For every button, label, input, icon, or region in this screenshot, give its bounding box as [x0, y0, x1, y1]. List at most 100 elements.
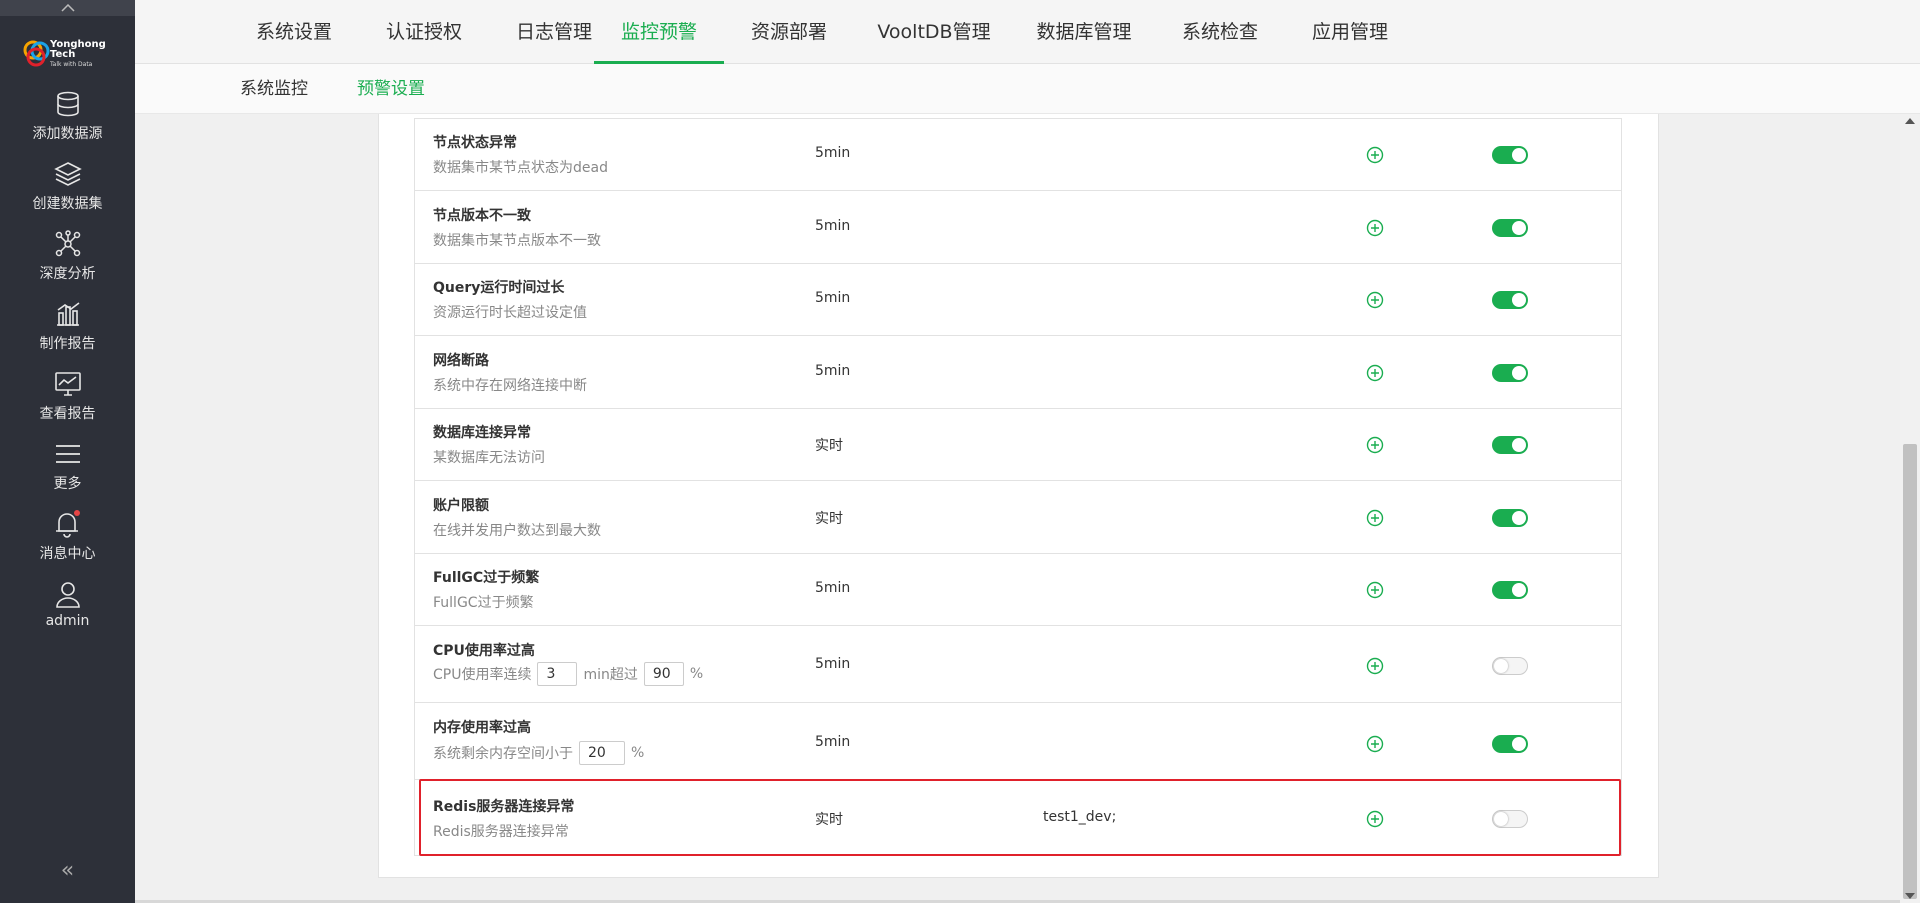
- add-circle-icon[interactable]: [1366, 436, 1384, 454]
- alert-enable-toggle[interactable]: [1492, 364, 1528, 382]
- tab-auth[interactable]: 认证授权: [359, 0, 489, 64]
- add-circle-icon[interactable]: [1366, 509, 1384, 527]
- alert-enable-toggle[interactable]: [1492, 810, 1528, 828]
- table-row: 数据库连接异常 某数据库无法访问 实时: [415, 409, 1621, 481]
- alert-title: 网络断路: [433, 353, 489, 369]
- table-row: 账户限额 在线并发用户数达到最大数 实时: [415, 481, 1621, 554]
- alert-frequency: 5min: [815, 734, 851, 750]
- tab-vooltdb-management[interactable]: VooltDB管理: [854, 0, 1014, 64]
- table-row: 节点版本不一致 数据集市某节点版本不一致 5min: [415, 191, 1621, 264]
- alert-title: 节点版本不一致: [433, 208, 531, 224]
- tab-system-check[interactable]: 系统检查: [1154, 0, 1286, 64]
- alert-title: Query运行时间过长: [433, 280, 565, 296]
- table-row: 内存使用率过高 系统剩余内存空间小于 20 % 5min: [415, 703, 1621, 780]
- alert-description: Redis服务器连接异常: [433, 824, 569, 840]
- sidebar-item-create-dataset[interactable]: 创建数据集: [0, 158, 135, 218]
- sidebar-item-more[interactable]: 更多: [0, 438, 135, 498]
- database-icon: [52, 88, 84, 120]
- alert-title: 数据库连接异常: [433, 425, 531, 441]
- add-circle-icon[interactable]: [1366, 291, 1384, 309]
- sidebar-item-deep-analysis[interactable]: 深度分析: [0, 228, 135, 288]
- sub-navigation: 系统监控 预警设置: [135, 64, 1920, 114]
- sidebar-item-label: 制作报告: [39, 336, 96, 352]
- top-navigation: 系统设置 认证授权 日志管理 监控预警 资源部署 VooltDB管理 数据库管理…: [135, 0, 1920, 64]
- alert-frequency: 5min: [815, 218, 851, 234]
- add-circle-icon[interactable]: [1366, 657, 1384, 675]
- alert-enable-toggle[interactable]: [1492, 219, 1528, 237]
- logo-brand: Yonghong Tech: [50, 39, 106, 60]
- cpu-threshold-input[interactable]: 90: [643, 662, 684, 686]
- alert-title: Redis服务器连接异常: [433, 799, 575, 815]
- sidebar-item-label: admin: [45, 613, 90, 629]
- tab-monitoring-alerts[interactable]: 监控预警: [594, 0, 724, 64]
- sidebar-item-view-report[interactable]: 查看报告: [0, 368, 135, 428]
- desc-text: CPU使用率连续: [433, 667, 532, 683]
- alert-title: 内存使用率过高: [433, 720, 531, 736]
- vertical-scrollbar[interactable]: [1900, 114, 1920, 903]
- add-circle-icon[interactable]: [1366, 219, 1384, 237]
- alert-description: CPU使用率连续 3 min超过 90 %: [433, 662, 703, 686]
- sidebar-item-add-datasource[interactable]: 添加数据源: [0, 88, 135, 148]
- alert-enable-toggle[interactable]: [1492, 735, 1528, 753]
- sidebar-scroll-up-button[interactable]: [0, 0, 135, 16]
- add-circle-icon[interactable]: [1366, 581, 1384, 599]
- bell-icon: [52, 508, 84, 540]
- cpu-duration-input[interactable]: 3: [537, 662, 578, 686]
- alert-enable-toggle[interactable]: [1492, 291, 1528, 309]
- tab-app-management[interactable]: 应用管理: [1286, 0, 1414, 64]
- add-circle-icon[interactable]: [1366, 364, 1384, 382]
- alert-enable-toggle[interactable]: [1492, 581, 1528, 599]
- desc-text: %: [631, 745, 645, 761]
- scrollbar-thumb[interactable]: [1903, 444, 1917, 899]
- sidebar: Yonghong Tech Talk with Data 添加数据源 创建数据集…: [0, 0, 135, 903]
- tab-database-management[interactable]: 数据库管理: [1014, 0, 1154, 64]
- alert-enable-toggle[interactable]: [1492, 436, 1528, 454]
- logo[interactable]: Yonghong Tech Talk with Data: [20, 30, 120, 78]
- logo-icon: [20, 37, 54, 71]
- table-row: Redis服务器连接异常 Redis服务器连接异常 实时 test1_dev;: [415, 780, 1621, 856]
- desc-text: %: [689, 666, 704, 682]
- layers-icon: [52, 158, 84, 190]
- alert-enable-toggle[interactable]: [1492, 146, 1528, 164]
- memory-threshold-input[interactable]: 20: [579, 741, 625, 765]
- sidebar-item-label: 查看报告: [39, 406, 96, 422]
- chevron-up-icon: [60, 4, 75, 12]
- add-circle-icon[interactable]: [1366, 146, 1384, 164]
- scroll-down-arrow-icon[interactable]: [1905, 893, 1915, 899]
- menu-icon: [52, 438, 84, 470]
- desc-text: min超过: [583, 667, 638, 683]
- sidebar-item-label: 添加数据源: [32, 126, 103, 142]
- sidebar-item-user[interactable]: admin: [0, 578, 135, 638]
- sidebar-item-messages[interactable]: 消息中心: [0, 508, 135, 568]
- bar-chart-icon: [52, 298, 84, 330]
- main-content: 节点状态异常 数据集市某节点状态为dead 5min 节点版本不一致 数据集市某…: [135, 114, 1900, 903]
- alert-enable-toggle[interactable]: [1492, 657, 1528, 675]
- alert-description: 数据集市某节点状态为dead: [433, 160, 608, 176]
- alert-frequency: 5min: [815, 580, 851, 596]
- alert-description: 某数据库无法访问: [433, 450, 545, 466]
- alert-title: 节点状态异常: [433, 135, 517, 151]
- alert-title: FullGC过于频繁: [433, 570, 540, 586]
- alert-description: 资源运行时长超过设定值: [433, 305, 587, 321]
- add-circle-icon[interactable]: [1366, 810, 1384, 828]
- sidebar-item-label: 更多: [53, 476, 82, 492]
- subtab-system-monitor[interactable]: 系统监控: [240, 64, 308, 114]
- logo-tagline: Talk with Data: [50, 61, 93, 68]
- tab-system-settings[interactable]: 系统设置: [229, 0, 359, 64]
- alert-description: 数据集市某节点版本不一致: [433, 233, 601, 249]
- alert-frequency: 5min: [815, 290, 851, 306]
- scroll-up-arrow-icon[interactable]: [1905, 118, 1915, 124]
- alert-frequency: 5min: [815, 363, 851, 379]
- sidebar-collapse-button[interactable]: «: [0, 855, 135, 885]
- table-row: CPU使用率过高 CPU使用率连续 3 min超过 90 % 5min: [415, 626, 1621, 703]
- table-row: 网络断路 系统中存在网络连接中断 5min: [415, 336, 1621, 409]
- subtab-alert-settings[interactable]: 预警设置: [357, 64, 425, 114]
- alert-description: 在线并发用户数达到最大数: [433, 523, 601, 539]
- alert-enable-toggle[interactable]: [1492, 509, 1528, 527]
- double-chevron-left-icon: «: [60, 857, 75, 883]
- sidebar-item-make-report[interactable]: 制作报告: [0, 298, 135, 358]
- alert-description: 系统剩余内存空间小于 20 %: [433, 741, 644, 765]
- tab-resource-deploy[interactable]: 资源部署: [724, 0, 854, 64]
- add-circle-icon[interactable]: [1366, 735, 1384, 753]
- alert-frequency: 实时: [815, 438, 843, 454]
